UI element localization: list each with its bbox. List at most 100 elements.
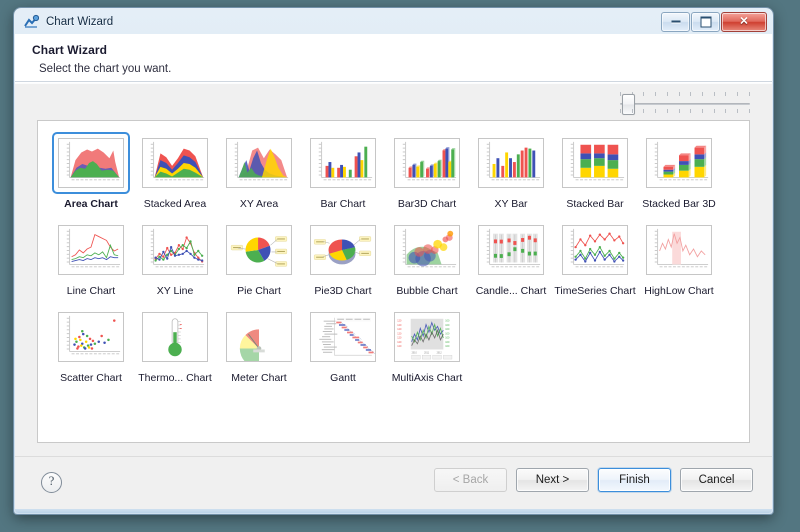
chart-type-label: Line Chart — [67, 285, 115, 297]
chart-thumbnail-frame[interactable] — [556, 132, 634, 194]
svg-text:2011: 2011 — [424, 352, 430, 354]
chart-type-label: Candle... Chart — [476, 285, 547, 297]
chart-type-pie[interactable]: Pie Chart — [220, 219, 298, 297]
dialog-footer: ? < Back Next > Finish Cancel — [15, 456, 772, 513]
chart-type-label: Gantt — [330, 372, 356, 384]
svg-text:120: 120 — [397, 341, 402, 344]
chart-thumbnail-frame[interactable] — [220, 219, 298, 281]
chart-thumbnail-frame[interactable] — [556, 219, 634, 281]
page-title: Chart Wizard — [32, 43, 772, 57]
dialog-client-area: Chart Wizard Select the chart you want. … — [15, 34, 772, 513]
chart-type-label: Stacked Bar — [566, 198, 623, 210]
svg-text:100: 100 — [445, 328, 450, 331]
slider-track[interactable] — [620, 103, 750, 105]
svg-text:100: 100 — [445, 332, 450, 335]
chart-type-label: Stacked Bar 3D — [642, 198, 716, 210]
chart-type-label: HighLow Chart — [644, 285, 713, 297]
chart-type-stacked-bar3d[interactable]: Stacked Bar 3D — [640, 132, 718, 210]
chart-type-xy-area[interactable]: XY Area — [220, 132, 298, 210]
multiaxis-thumbnail-icon: 120 120 120 120 120 120 120 100 100 100 100 100 100 1… — [394, 312, 460, 362]
chart-gallery-panel: Area Chart Stacked Area XY Area Bar Chart Ba… — [37, 120, 750, 443]
chart-thumbnail-frame[interactable] — [136, 219, 214, 281]
thumbnail-size-slider[interactable] — [620, 92, 750, 114]
maximize-button[interactable] — [691, 12, 720, 32]
chart-thumbnail-frame[interactable] — [640, 132, 718, 194]
chart-type-line[interactable]: Line Chart — [52, 219, 130, 297]
chart-type-pie3d[interactable]: Pie3D Chart — [304, 219, 382, 297]
chart-thumbnail-frame[interactable] — [388, 132, 466, 194]
chart-thumbnail-frame[interactable] — [304, 132, 382, 194]
chart-type-stacked-bar[interactable]: Stacked Bar — [556, 132, 634, 210]
close-button[interactable]: ✕ — [721, 12, 767, 32]
chart-type-bar3d[interactable]: Bar3D Chart — [388, 132, 466, 210]
chart-type-gantt[interactable]: Gantt — [304, 306, 382, 384]
chart-thumbnail-frame[interactable] — [136, 306, 214, 368]
chart-type-label: XY Bar — [494, 198, 527, 210]
chart-type-label: Scatter Chart — [60, 372, 122, 384]
chart-thumbnail-frame[interactable] — [220, 306, 298, 368]
candle-thumbnail-icon — [478, 225, 544, 275]
chart-type-timeseries[interactable]: TimeSeries Chart — [556, 219, 634, 297]
area-thumbnail-icon — [58, 138, 124, 188]
svg-text:100: 100 — [445, 337, 450, 340]
chart-thumbnail-frame[interactable]: 120 120 120 120 120 120 120 100 100 100 100 100 100 1… — [388, 306, 466, 368]
chart-type-xy-bar[interactable]: XY Bar — [472, 132, 550, 210]
chart-thumbnail-frame[interactable] — [472, 132, 550, 194]
pie3d-thumbnail-icon — [310, 225, 376, 275]
svg-text:120: 120 — [397, 332, 402, 335]
svg-text:120: 120 — [397, 324, 402, 327]
bar-thumbnail-icon — [310, 138, 376, 188]
chart-thumbnail-frame[interactable] — [52, 219, 130, 281]
chart-thumbnail-frame[interactable] — [52, 132, 130, 194]
chart-type-bubble[interactable]: Bubble Chart — [388, 219, 466, 297]
chart-type-label: Pie3D Chart — [314, 285, 371, 297]
chart-type-thermometer[interactable]: Thermo... Chart — [136, 306, 214, 384]
stacked-area-thumbnail-icon — [142, 138, 208, 188]
xy-line-thumbnail-icon — [142, 225, 208, 275]
cancel-button[interactable]: Cancel — [680, 468, 753, 492]
chart-thumbnail-frame[interactable] — [220, 132, 298, 194]
thermometer-thumbnail-icon — [142, 312, 208, 362]
chart-type-area[interactable]: Area Chart — [52, 132, 130, 210]
minimize-button[interactable] — [661, 12, 690, 32]
svg-text:2012: 2012 — [437, 352, 443, 354]
chart-type-label: Pie Chart — [237, 285, 281, 297]
svg-text:100: 100 — [445, 345, 450, 348]
svg-text:120: 120 — [397, 345, 402, 348]
window-title: Chart Wizard — [46, 16, 113, 28]
chart-type-highlow[interactable]: HighLow Chart — [640, 219, 718, 297]
chart-thumbnail-frame[interactable] — [640, 219, 718, 281]
chart-thumbnail-frame[interactable] — [136, 132, 214, 194]
chart-type-label: Bubble Chart — [396, 285, 457, 297]
pie-thumbnail-icon — [226, 225, 292, 275]
chart-thumbnail-frame[interactable] — [472, 219, 550, 281]
chart-thumbnail-frame[interactable] — [304, 306, 382, 368]
svg-text:120: 120 — [397, 320, 402, 323]
svg-text:120: 120 — [397, 328, 402, 331]
chart-thumbnail-frame[interactable] — [388, 219, 466, 281]
chart-type-bar[interactable]: Bar Chart — [304, 132, 382, 210]
wizard-header: Chart Wizard Select the chart you want. — [15, 34, 772, 82]
window-controls: ✕ — [661, 12, 767, 32]
chart-thumbnail-frame[interactable] — [52, 306, 130, 368]
back-button: < Back — [434, 468, 507, 492]
chart-wizard-icon — [23, 14, 39, 30]
chart-type-scatter[interactable]: Scatter Chart — [52, 306, 130, 384]
bubble-thumbnail-icon — [394, 225, 460, 275]
svg-text:100: 100 — [445, 324, 450, 327]
chart-type-multiaxis[interactable]: 120 120 120 120 120 120 120 100 100 100 100 100 100 1… — [388, 306, 466, 384]
slider-ticks-bottom — [620, 109, 750, 114]
svg-text:100: 100 — [445, 320, 450, 323]
scatter-thumbnail-icon — [58, 312, 124, 362]
next-button[interactable]: Next > — [516, 468, 589, 492]
finish-button[interactable]: Finish — [598, 468, 671, 492]
help-icon[interactable]: ? — [41, 472, 62, 493]
chart-type-xy-line[interactable]: XY Line — [136, 219, 214, 297]
chart-type-stacked-area[interactable]: Stacked Area — [136, 132, 214, 210]
title-bar[interactable]: Chart Wizard ✕ — [15, 9, 772, 35]
chart-type-meter[interactable]: Meter Chart — [220, 306, 298, 384]
chart-type-candle[interactable]: Candle... Chart — [472, 219, 550, 297]
bar3d-thumbnail-icon — [394, 138, 460, 188]
wizard-body: Area Chart Stacked Area XY Area Bar Chart Ba… — [15, 83, 772, 457]
chart-thumbnail-frame[interactable] — [304, 219, 382, 281]
